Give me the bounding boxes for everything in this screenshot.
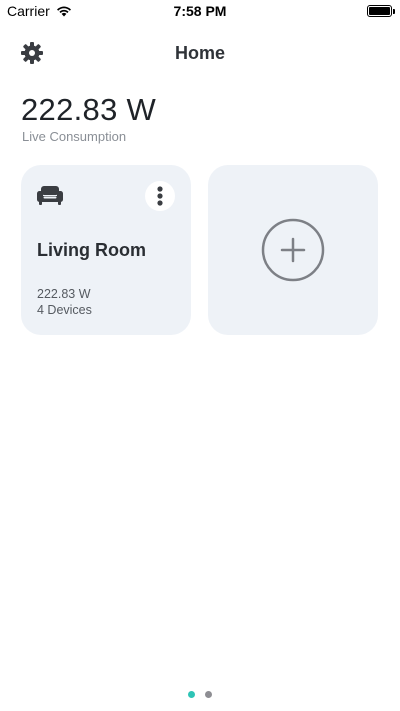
header: Home — [0, 36, 400, 70]
battery-tip — [393, 9, 395, 14]
room-name: Living Room — [37, 240, 146, 260]
live-consumption-label: Live Consumption — [22, 129, 127, 144]
status-time: 7:58 PM — [173, 3, 227, 19]
live-consumption-value: 222.83 W — [21, 92, 157, 127]
room-menu-button[interactable] — [145, 181, 175, 211]
home-screen: Carrier 7:58 PM Home 222.83 W Live Consu… — [0, 0, 400, 711]
status-bar: Carrier 7:58 PM — [0, 0, 400, 22]
room-device-count: 4 Devices — [37, 303, 92, 317]
more-vertical-icon — [157, 186, 163, 206]
room-card-living-room[interactable]: Living Room 222.83 W 4 Devices — [21, 165, 191, 335]
battery-fill — [369, 7, 390, 15]
sofa-icon — [37, 186, 63, 205]
add-room-card[interactable] — [208, 165, 378, 335]
plus-circle-icon — [261, 218, 325, 282]
page-title: Home — [174, 43, 225, 63]
room-power: 222.83 W — [37, 287, 91, 301]
page-indicator — [0, 691, 400, 698]
battery-icon — [367, 5, 395, 17]
page-dot-2[interactable] — [205, 691, 212, 698]
page-dot-1[interactable] — [188, 691, 195, 698]
